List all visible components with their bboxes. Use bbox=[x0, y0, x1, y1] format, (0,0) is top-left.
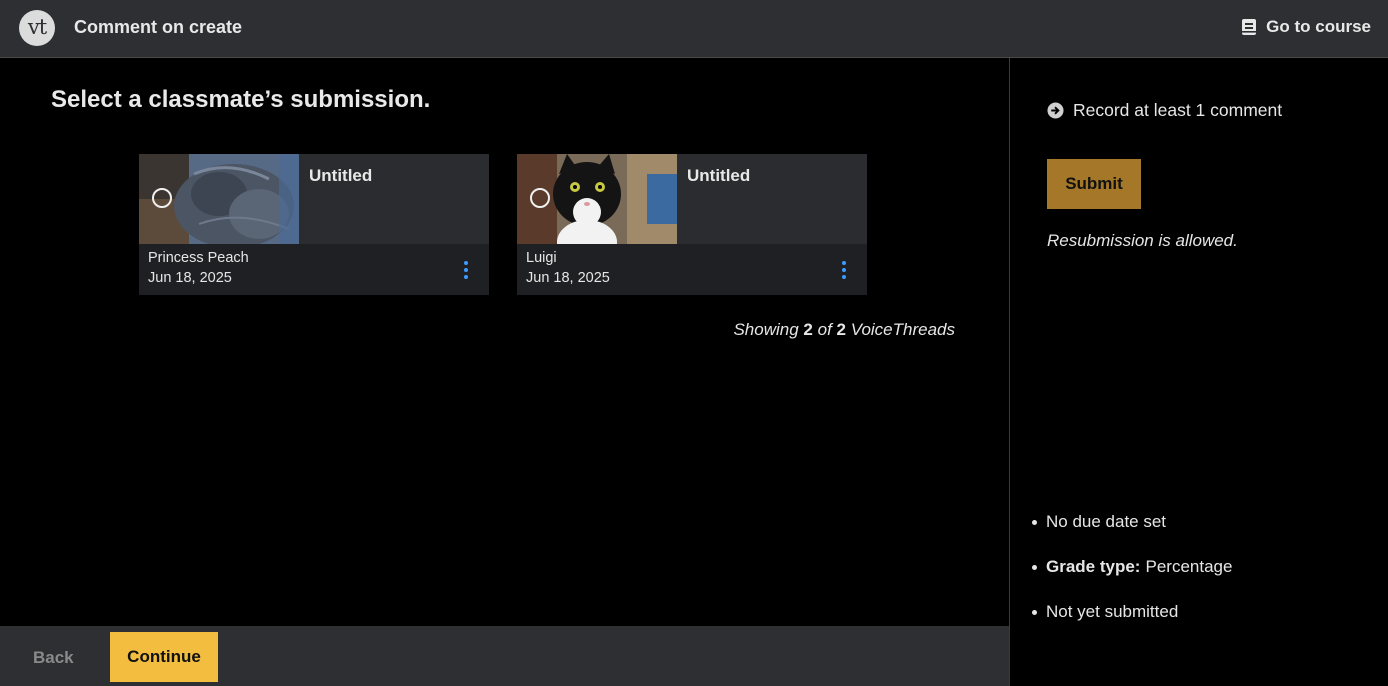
bullet-icon bbox=[1032, 565, 1037, 570]
submission-status-label: Not yet submitted bbox=[1046, 602, 1179, 621]
go-to-course-link[interactable]: Go to course bbox=[1241, 17, 1371, 37]
showing-count-value: 2 bbox=[803, 320, 813, 339]
due-date-label: No due date set bbox=[1046, 512, 1167, 531]
submission-status-item: Not yet submitted bbox=[1032, 602, 1232, 647]
submission-thumbnail[interactable] bbox=[517, 154, 677, 244]
requirement-label: Record at least 1 comment bbox=[1073, 100, 1283, 120]
top-bar: vt Comment on create Go to course bbox=[0, 0, 1388, 58]
showing-suffix: VoiceThreads bbox=[850, 320, 955, 339]
bullet-icon bbox=[1032, 610, 1037, 615]
card-date: Jun 18, 2025 bbox=[148, 270, 232, 286]
submit-button[interactable]: Submit bbox=[1047, 159, 1141, 209]
resubmission-note: Resubmission is allowed. bbox=[1047, 231, 1238, 250]
submission-card[interactable]: Untitled Princess Peach Jun 18, 2025 bbox=[139, 154, 489, 295]
bottom-bar: Back Continue bbox=[0, 626, 1009, 686]
card-author: Princess Peach bbox=[148, 250, 249, 266]
app-title: Comment on create bbox=[74, 17, 243, 37]
bullet-icon bbox=[1032, 520, 1037, 525]
due-date-item: No due date set bbox=[1032, 512, 1232, 557]
card-date: Jun 18, 2025 bbox=[526, 270, 610, 286]
select-radio[interactable] bbox=[530, 188, 550, 208]
card-author: Luigi bbox=[526, 250, 557, 266]
voicethread-logo[interactable]: vt bbox=[19, 10, 55, 46]
go-to-course-label: Go to course bbox=[1266, 17, 1371, 36]
showing-total-value: 2 bbox=[836, 320, 846, 339]
submission-card[interactable]: Untitled Luigi Jun 18, 2025 bbox=[517, 154, 867, 295]
select-radio[interactable] bbox=[152, 188, 172, 208]
book-icon bbox=[1242, 19, 1257, 35]
showing-of: of bbox=[817, 320, 832, 339]
submission-thumbnail[interactable] bbox=[139, 154, 299, 244]
showing-prefix: Showing bbox=[733, 320, 799, 339]
more-options-icon[interactable] bbox=[463, 261, 469, 281]
page-title: Select a classmate’s submission. bbox=[51, 86, 431, 113]
card-title[interactable]: Untitled bbox=[309, 166, 372, 186]
card-footer: Luigi Jun 18, 2025 bbox=[517, 244, 867, 295]
card-footer: Princess Peach Jun 18, 2025 bbox=[139, 244, 489, 295]
grade-type-item: Grade type: Percentage bbox=[1032, 557, 1232, 602]
arrow-right-circle-icon bbox=[1047, 102, 1064, 119]
grade-type-label: Grade type: bbox=[1046, 557, 1141, 576]
main-panel: Select a classmate’s submission. Untitle… bbox=[0, 58, 1009, 626]
assignment-sidebar: Record at least 1 comment Submit Resubmi… bbox=[1009, 58, 1388, 686]
requirement-item: Record at least 1 comment bbox=[1047, 100, 1282, 121]
grade-type-value: Percentage bbox=[1145, 557, 1233, 576]
card-title[interactable]: Untitled bbox=[687, 166, 750, 186]
continue-button[interactable]: Continue bbox=[110, 632, 218, 682]
more-options-icon[interactable] bbox=[841, 261, 847, 281]
assignment-details: No due date set Grade type: Percentage N… bbox=[1032, 512, 1232, 647]
showing-count: Showing 2 of 2 VoiceThreads bbox=[733, 320, 955, 340]
back-button[interactable]: Back bbox=[33, 648, 74, 668]
